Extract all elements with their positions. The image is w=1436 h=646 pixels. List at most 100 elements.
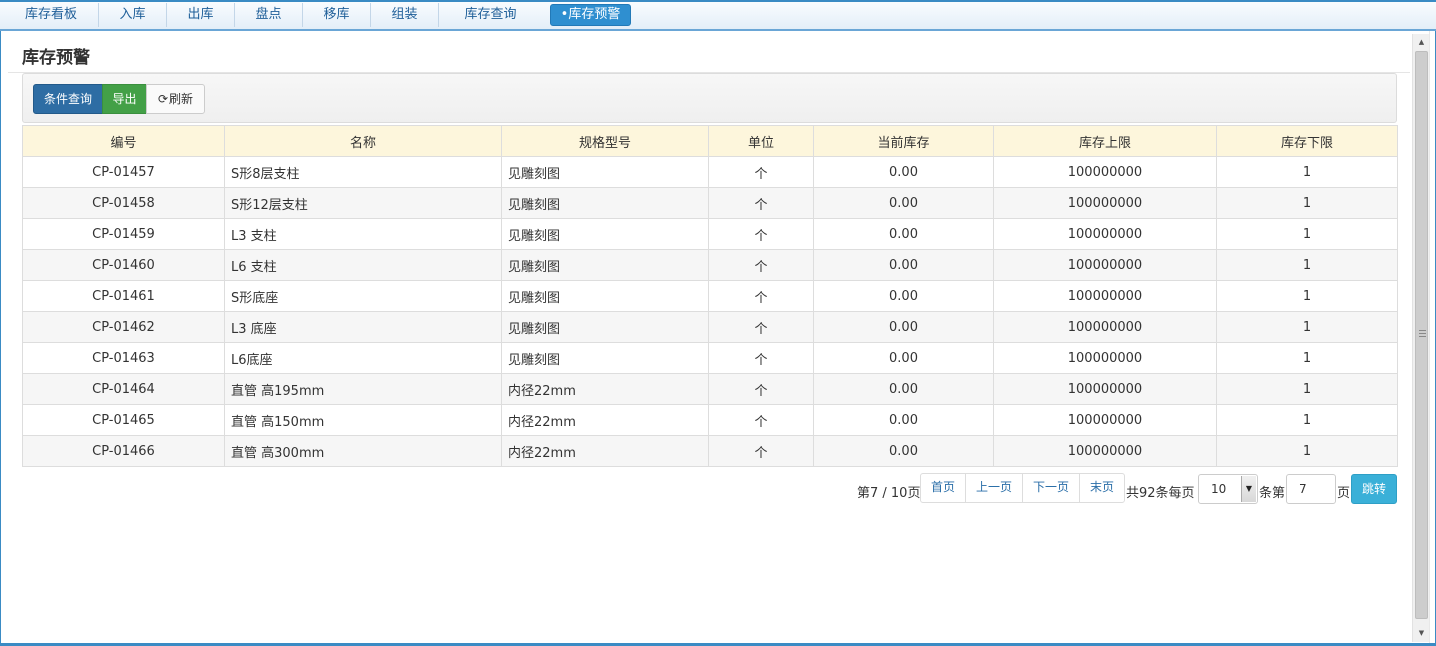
export-button[interactable]: 导出 <box>102 84 147 114</box>
cell-spec: 内径22mm <box>501 435 709 467</box>
cell-unit: 个 <box>708 249 814 281</box>
cell-current-stock: 0.00 <box>813 404 994 436</box>
page-size-select[interactable]: 10 ▼ <box>1198 474 1258 504</box>
tab-bar: 库存看板 入库 出库 盘点 移库 组装 库存查询 •库存预警 <box>0 0 1436 31</box>
table-row[interactable]: CP-01457 S形8层支柱 见雕刻图个 0.00 100000000 1 <box>22 156 1398 188</box>
cell-stock-max: 100000000 <box>993 218 1217 250</box>
table-row[interactable]: CP-01461 S形底座 见雕刻图个 0.00 100000000 1 <box>22 280 1398 312</box>
cell-stock-max: 100000000 <box>993 156 1217 188</box>
prev-page-button[interactable]: 上一页 <box>966 474 1024 502</box>
window-edge <box>1429 31 1435 643</box>
cell-current-stock: 0.00 <box>813 373 994 405</box>
refresh-label: 刷新 <box>169 92 194 106</box>
scroll-up-icon[interactable]: ▲ <box>1413 34 1430 51</box>
cell-spec: 内径22mm <box>501 373 709 405</box>
cell-current-stock: 0.00 <box>813 342 994 374</box>
scrollbar-thumb[interactable] <box>1415 51 1428 619</box>
cell-current-stock: 0.00 <box>813 435 994 467</box>
table-row[interactable]: CP-01464 直管 高195mm 内径22mm 个 0.00 100000000 1 <box>22 373 1398 405</box>
tab-transfer[interactable]: 移库 <box>303 2 371 27</box>
cell-current-stock: 0.00 <box>813 156 994 188</box>
column-header-stock-min[interactable]: 库存下限 <box>1216 125 1398 157</box>
column-header-code[interactable]: 编号 <box>22 125 225 157</box>
cell-unit: 个 <box>708 187 814 219</box>
tab-stock-out[interactable]: 出库 <box>167 2 235 27</box>
cell-spec: 见雕刻图 <box>501 218 709 250</box>
cell-stock-max: 100000000 <box>993 280 1217 312</box>
column-header-stock-max[interactable]: 库存上限 <box>993 125 1217 157</box>
tab-inventory-query[interactable]: 库存查询 <box>439 3 542 27</box>
cell-current-stock: 0.00 <box>813 187 994 219</box>
last-page-button[interactable]: 末页 <box>1080 474 1124 502</box>
tab-inventory-alert[interactable]: •库存预警 <box>550 3 631 26</box>
cell-spec: 见雕刻图 <box>501 311 709 343</box>
cell-code: CP-01466 <box>22 435 225 467</box>
cell-unit: 个 <box>708 218 814 250</box>
cell-spec: 见雕刻图 <box>501 156 709 188</box>
cell-name: 直管 高195mm <box>224 373 502 405</box>
cell-unit: 个 <box>708 373 814 405</box>
table-row[interactable]: CP-01459 L3 支柱 见雕刻图个 0.00 100000000 1 <box>22 218 1398 250</box>
tab-stocktake[interactable]: 盘点 <box>235 2 303 27</box>
table-header-row: 编号 名称 规格型号 单位 当前库存 库存上限 库存下限 <box>22 125 1398 157</box>
column-header-current-stock[interactable]: 当前库存 <box>813 125 994 157</box>
cell-stock-min: 1 <box>1216 187 1398 219</box>
cell-stock-min: 1 <box>1216 156 1398 188</box>
refresh-icon: ⟳ <box>157 92 169 106</box>
table-row[interactable]: CP-01462 L3 底座 见雕刻图个 0.00 100000000 1 <box>22 311 1398 343</box>
cell-code: CP-01458 <box>22 187 225 219</box>
column-header-name[interactable]: 名称 <box>224 125 502 157</box>
cell-unit: 个 <box>708 435 814 467</box>
cell-stock-min: 1 <box>1216 249 1398 281</box>
total-count-text: 共92条每页 <box>1126 486 1195 501</box>
page-number-input[interactable] <box>1286 474 1336 504</box>
cell-stock-max: 100000000 <box>993 373 1217 405</box>
cell-name: S形底座 <box>224 280 502 312</box>
cell-spec: 见雕刻图 <box>501 187 709 219</box>
chevron-down-icon[interactable]: ▼ <box>1241 476 1256 502</box>
toolbar: 条件查询 导出 ⟳刷新 <box>22 73 1397 123</box>
refresh-button[interactable]: ⟳刷新 <box>146 84 205 114</box>
go-to-page-button[interactable]: 跳转 <box>1351 474 1397 504</box>
column-header-spec[interactable]: 规格型号 <box>501 125 709 157</box>
cell-name: L6 支柱 <box>224 249 502 281</box>
page-info: 第7 / 10页 <box>857 486 921 501</box>
pagination: 第7 / 10页 首页 上一页 下一页 末页 共92条每页 10 ▼ 条第 页 … <box>8 473 1397 505</box>
inventory-alert-table: 编号 名称 规格型号 单位 当前库存 库存上限 库存下限 CP-01457 S形8… <box>22 125 1398 467</box>
cell-stock-max: 100000000 <box>993 404 1217 436</box>
column-header-unit[interactable]: 单位 <box>708 125 814 157</box>
table-row[interactable]: CP-01466 直管 高300mm 内径22mm 个 0.00 100000000 1 <box>22 435 1398 467</box>
cell-spec: 见雕刻图 <box>501 342 709 374</box>
cell-name: L6底座 <box>224 342 502 374</box>
tab-assembly[interactable]: 组装 <box>371 2 439 27</box>
page-suffix-text: 页 <box>1337 486 1351 501</box>
table-row[interactable]: CP-01458 S形12层支柱 见雕刻图个 0.00 100000000 1 <box>22 187 1398 219</box>
cell-code: CP-01463 <box>22 342 225 374</box>
table-row[interactable]: CP-01460 L6 支柱 见雕刻图个 0.00 100000000 1 <box>22 249 1398 281</box>
table-row[interactable]: CP-01465 直管 高150mm 内径22mm 个 0.00 100000000 1 <box>22 404 1398 436</box>
cell-stock-max: 100000000 <box>993 311 1217 343</box>
cell-unit: 个 <box>708 342 814 374</box>
tab-inventory-dashboard[interactable]: 库存看板 <box>4 2 99 27</box>
vertical-scrollbar[interactable]: ▲ ▼ <box>1412 34 1429 642</box>
next-page-button[interactable]: 下一页 <box>1023 474 1081 502</box>
content-area: 库存预警 条件查询 导出 ⟳刷新 编号 名称 规格型号 单位 当前库存 库存上限… <box>8 34 1410 642</box>
cell-code: CP-01465 <box>22 404 225 436</box>
cell-stock-min: 1 <box>1216 342 1398 374</box>
cell-name: 直管 高300mm <box>224 435 502 467</box>
cell-name: S形8层支柱 <box>224 156 502 188</box>
table-row[interactable]: CP-01463 L6底座 见雕刻图个 0.00 100000000 1 <box>22 342 1398 374</box>
first-page-button[interactable]: 首页 <box>921 474 967 502</box>
cell-spec: 见雕刻图 <box>501 249 709 281</box>
query-button[interactable]: 条件查询 <box>33 84 103 114</box>
cell-stock-max: 100000000 <box>993 249 1217 281</box>
cell-stock-min: 1 <box>1216 404 1398 436</box>
cell-current-stock: 0.00 <box>813 311 994 343</box>
scroll-down-icon[interactable]: ▼ <box>1413 625 1430 642</box>
cell-name: S形12层支柱 <box>224 187 502 219</box>
tab-stock-in[interactable]: 入库 <box>99 2 167 27</box>
cell-code: CP-01460 <box>22 249 225 281</box>
page-nav-group: 首页 上一页 下一页 末页 <box>920 473 1126 503</box>
cell-spec: 内径22mm <box>501 404 709 436</box>
cell-current-stock: 0.00 <box>813 218 994 250</box>
